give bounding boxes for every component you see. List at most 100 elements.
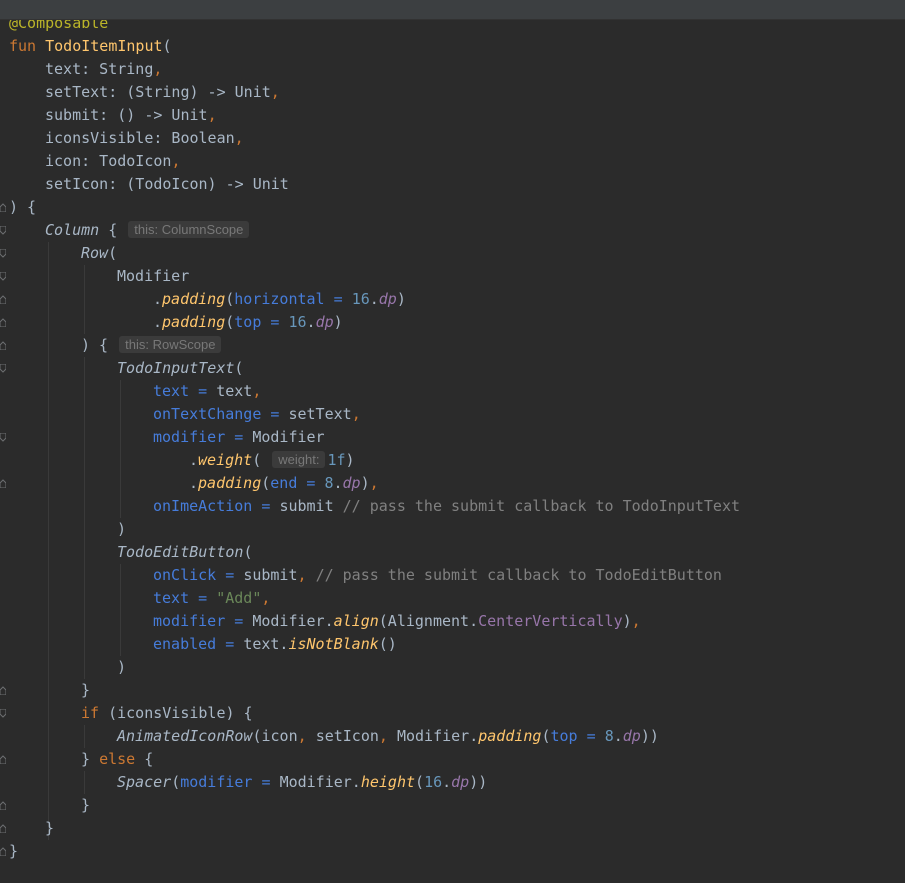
code-line[interactable]: ) (9, 518, 740, 541)
code-token: Column (45, 221, 100, 239)
code-token: , (631, 612, 641, 630)
code-token: , (234, 129, 244, 147)
code-line[interactable]: icon: TodoIcon, (9, 150, 740, 173)
fold-end-icon[interactable] (0, 479, 6, 488)
code-line[interactable]: setText: (String) -> Unit, (9, 81, 740, 104)
code-token: . (333, 474, 343, 492)
fold-end-icon[interactable] (0, 824, 6, 833)
code-token: dp (315, 313, 334, 331)
fold-end-icon[interactable] (0, 295, 6, 304)
code-line[interactable]: onImeAction = submit // pass the submit … (9, 495, 740, 518)
code-token: Modifier. (252, 612, 334, 630)
code-line[interactable]: .padding(end = 8.dp), (9, 472, 740, 495)
code-token: ( (243, 543, 253, 561)
code-line[interactable]: iconsVisible: Boolean, (9, 127, 740, 150)
code-line[interactable]: .padding(horizontal = 16.dp) (9, 288, 740, 311)
code-token: padding (198, 474, 262, 492)
code-line[interactable]: submit: () -> Unit, (9, 104, 740, 127)
fold-collapse-icon[interactable] (0, 433, 6, 442)
code-area[interactable]: @Composable fun TodoItemInput(text: Strin… (9, 12, 740, 863)
fold-end-icon[interactable] (0, 801, 6, 810)
code-token: onClick = (153, 566, 244, 584)
code-token: submit: () -> Unit (45, 106, 208, 124)
code-token: . (369, 290, 379, 308)
code-line[interactable]: } (9, 840, 740, 863)
code-token: modifier = (153, 612, 253, 630)
code-line[interactable]: TodoInputText( (9, 357, 740, 380)
fold-collapse-icon[interactable] (0, 249, 6, 258)
code-token: onImeAction = (153, 497, 280, 515)
fold-collapse-icon[interactable] (0, 226, 6, 235)
code-token: TodoItemInput (45, 37, 163, 55)
code-line[interactable]: fun TodoItemInput( (9, 35, 740, 58)
code-line[interactable]: .weight( weight: 1f) (9, 449, 740, 472)
code-token: setIcon: (TodoIcon) -> Unit (45, 175, 289, 193)
code-token: ) (360, 474, 370, 492)
code-line[interactable]: text = text, (9, 380, 740, 403)
code-token: { (99, 221, 127, 239)
fold-end-icon[interactable] (0, 847, 6, 856)
code-token: text = (153, 382, 217, 400)
code-line[interactable]: if (iconsVisible) { (9, 702, 740, 725)
code-token: , (378, 727, 397, 745)
code-line[interactable]: onTextChange = setText, (9, 403, 740, 426)
code-token: padding (162, 290, 226, 308)
fold-collapse-icon[interactable] (0, 364, 6, 373)
code-line[interactable]: } else { (9, 748, 740, 771)
fold-end-icon[interactable] (0, 755, 6, 764)
code-line[interactable]: ) (9, 656, 740, 679)
code-token: ) (117, 658, 127, 676)
code-token: , (369, 474, 379, 492)
code-line[interactable]: ) { this: RowScope (9, 334, 740, 357)
code-line[interactable]: .padding(top = 16.dp) (9, 311, 740, 334)
code-token: AnimatedIconRow (117, 727, 253, 745)
code-line[interactable]: setIcon: (TodoIcon) -> Unit (9, 173, 740, 196)
fold-collapse-icon[interactable] (0, 272, 6, 281)
code-token: Modifier (252, 428, 325, 446)
code-line[interactable]: AnimatedIconRow(icon, setIcon, Modifier.… (9, 725, 740, 748)
code-token: align (333, 612, 379, 630)
fold-collapse-icon[interactable] (0, 709, 6, 718)
code-token: , (297, 566, 316, 584)
code-token: setText: (String) -> Unit (45, 83, 271, 101)
fold-gutter (0, 0, 7, 883)
fold-end-icon[interactable] (0, 341, 6, 350)
code-token: modifier = (180, 773, 280, 791)
code-line[interactable]: Row( (9, 242, 740, 265)
code-token: padding (478, 727, 542, 745)
code-line[interactable]: Column { this: ColumnScope (9, 219, 740, 242)
code-token: // pass the submit callback to TodoEditB… (315, 566, 722, 584)
code-token: iconsVisible: Boolean (45, 129, 235, 147)
code-line[interactable]: } (9, 679, 740, 702)
code-token: } (81, 750, 100, 768)
code-token: )) (469, 773, 488, 791)
code-token: top = (234, 313, 289, 331)
code-line[interactable]: text: String, (9, 58, 740, 81)
code-token: else (99, 750, 136, 768)
code-line[interactable]: TodoEditButton( (9, 541, 740, 564)
code-token: } (9, 842, 19, 860)
code-line[interactable]: modifier = Modifier.align(Alignment.Cent… (9, 610, 740, 633)
code-line[interactable]: enabled = text.isNotBlank() (9, 633, 740, 656)
code-token: 16 (288, 313, 307, 331)
editor-tab-bar (0, 0, 905, 20)
code-token: CenterVertically (478, 612, 623, 630)
code-token: . (306, 313, 316, 331)
code-line[interactable]: Spacer(modifier = Modifier.height(16.dp)… (9, 771, 740, 794)
code-line[interactable]: } (9, 794, 740, 817)
code-line[interactable]: text = "Add", (9, 587, 740, 610)
code-line[interactable]: ) { (9, 196, 740, 219)
code-token: dp (622, 727, 641, 745)
code-line[interactable]: modifier = Modifier (9, 426, 740, 449)
code-line[interactable]: } (9, 817, 740, 840)
code-line[interactable]: onClick = submit, // pass the submit cal… (9, 564, 740, 587)
code-token: ( (225, 290, 235, 308)
fold-end-icon[interactable] (0, 318, 6, 327)
code-editor[interactable]: @Composable fun TodoItemInput(text: Strin… (0, 0, 905, 883)
code-token: } (81, 681, 91, 699)
fold-end-icon[interactable] (0, 686, 6, 695)
code-line[interactable]: Modifier (9, 265, 740, 288)
code-token: height (360, 773, 416, 791)
fold-end-icon[interactable] (0, 203, 6, 212)
code-token: , (171, 152, 181, 170)
